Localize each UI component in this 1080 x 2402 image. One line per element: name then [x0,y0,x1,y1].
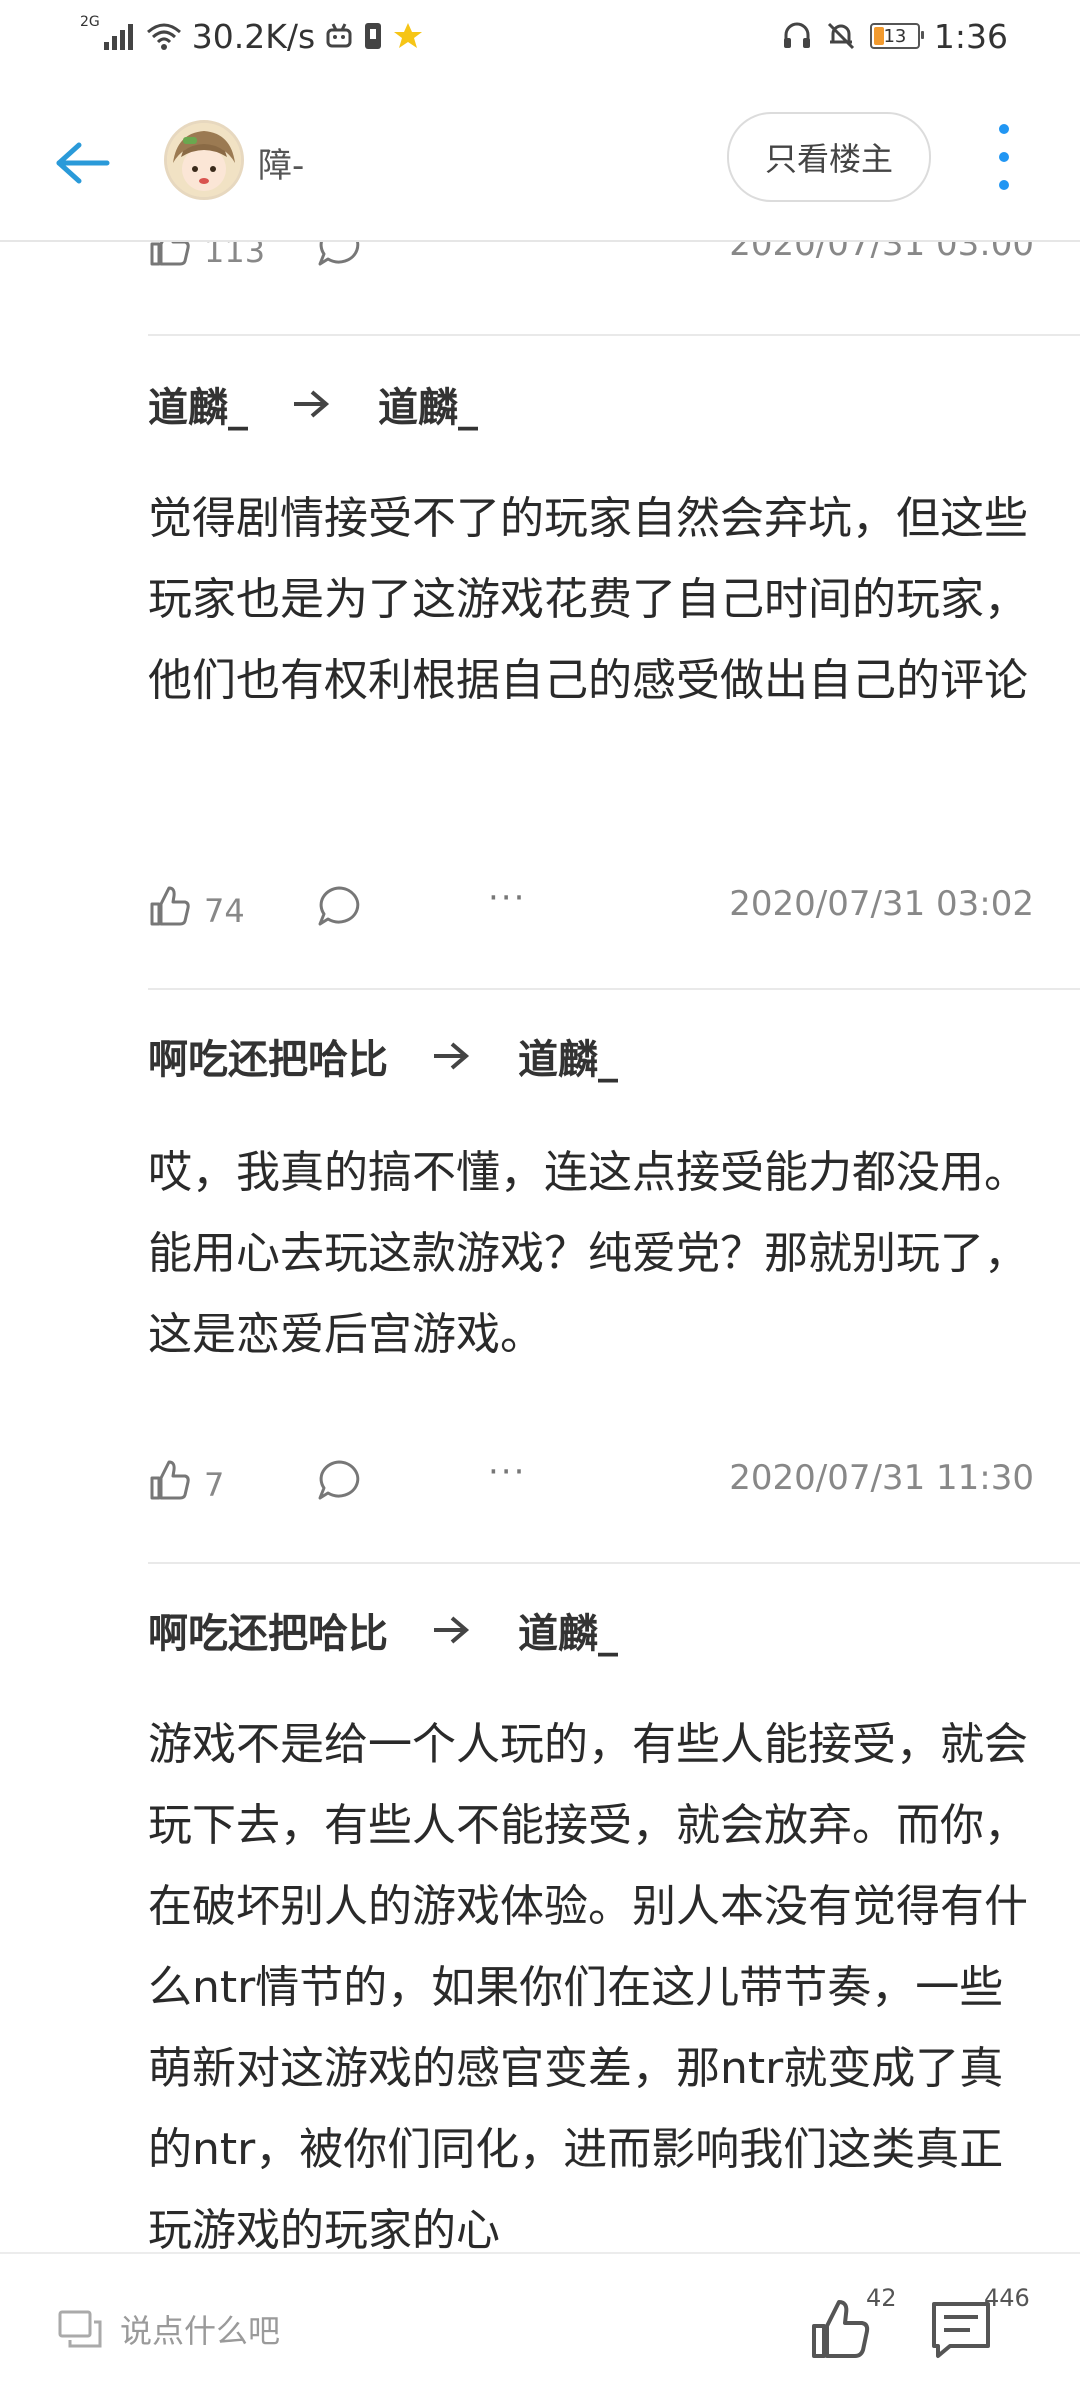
reply-from[interactable]: 啊吃还把哈比 [148,1601,388,1659]
battery-level: 13 [883,25,907,47]
reply-from[interactable]: 道麟_ [148,375,248,433]
more-options-button[interactable]: ··· [488,242,526,258]
comment-bubble-icon[interactable] [316,242,362,268]
like-count: 7 [204,1466,225,1504]
reply-text: 觉得剧情接受不了的玩家自然会弃坑，但这些玩家也是为了这游戏花费了自己时间的玩家，… [148,493,1028,706]
thumbs-up-icon[interactable] [148,242,192,268]
back-button[interactable] [48,128,118,198]
like-count: 74 [204,892,245,930]
reply-to[interactable]: 道麟_ [518,1601,618,1659]
comment-bubble-icon[interactable] [316,1458,362,1502]
reply-text: 游戏不是给一个人玩的，有些人能接受，就会玩下去，有些人不能接受，就会放弃。而你，… [148,1719,1028,2252]
reply-time: 2020/07/31 11:30 [729,1458,1034,1498]
clock: 1:36 [933,16,1008,56]
star-badge-icon [394,23,423,48]
thumbs-up-icon[interactable] [810,2298,872,2360]
reply-actions: 74 ··· 2020/07/31 03:02 [148,878,1034,938]
comment-bubble-icon[interactable] [316,884,362,928]
post-comment-count: 446 [984,2284,1030,2312]
back-arrow-icon [56,142,110,184]
avatar-image [167,123,241,197]
reply-actions: 113 ··· 2020/07/31 03:00 [148,242,1034,278]
more-menu-button[interactable] [982,124,1026,190]
reply-header: 啊吃还把哈比 道麟_ [148,1026,618,1086]
status-right: 13 1:36 [782,14,1008,58]
mute-bell-icon [827,22,854,50]
only-owner-button[interactable]: 只看楼主 [727,112,931,202]
signal-icon [103,24,133,50]
headphones-icon [783,22,810,48]
status-left: 2G 30.2K/s [80,14,423,58]
thumbs-up-icon[interactable] [148,884,192,928]
more-options-button[interactable]: ··· [488,1452,526,1492]
network-speed: 30.2K/s [191,16,316,56]
like-count: 113 [204,242,266,270]
more-options-button[interactable]: ··· [488,878,526,918]
wifi-icon [146,23,181,50]
more-dot-icon [999,124,1009,134]
reply-header: 道麟_ 道麟_ [148,374,478,434]
reply-header: 啊吃还把哈比 道麟_ [148,1600,618,1660]
reply-text: 哎，我真的搞不懂，连这点接受能力都没用。能用心去玩这款游戏？纯爱党？那就别玩了，… [148,1147,1028,1360]
comment-list-icon[interactable] [930,2300,992,2360]
more-dot-icon [999,152,1009,162]
reply-to[interactable]: 道麟_ [378,375,478,433]
thumbs-up-icon[interactable] [148,1458,192,1502]
battery-icon: 13 [869,23,924,49]
bottom-bar: 说点什么吧 42 446 [0,2252,1080,2402]
reply-time: 2020/07/31 03:02 [729,884,1034,924]
post-like-count: 42 [866,2284,897,2312]
header: 障- 只看楼主 [0,90,1080,242]
chat-input-icon[interactable] [58,2310,102,2350]
status-bar: 2G 30.2K/s 13 1:36 [0,0,1080,72]
reply-to[interactable]: 道麟_ [518,1027,618,1085]
arrow-right-icon [432,1042,470,1070]
arrow-right-icon [432,1616,470,1644]
divider [148,988,1080,990]
divider [148,1562,1080,1564]
author-name[interactable]: 障- [258,138,304,187]
reply-time: 2020/07/31 03:00 [729,242,1034,264]
robot-icon [326,23,352,48]
comment-input[interactable]: 说点什么吧 [120,2306,280,2352]
reply-actions: 7 ··· 2020/07/31 11:30 [148,1452,1034,1512]
divider [148,334,1080,336]
network-type: 2G [80,14,100,30]
reply-from[interactable]: 啊吃还把哈比 [148,1027,388,1085]
arrow-right-icon [292,390,330,418]
avatar[interactable] [164,120,244,200]
reply-list: 113 ··· 2020/07/31 03:00 道麟_ 道麟_ 觉得剧情接受不… [0,242,1080,2252]
sim-card-icon [365,23,382,49]
more-dot-icon [999,180,1009,190]
